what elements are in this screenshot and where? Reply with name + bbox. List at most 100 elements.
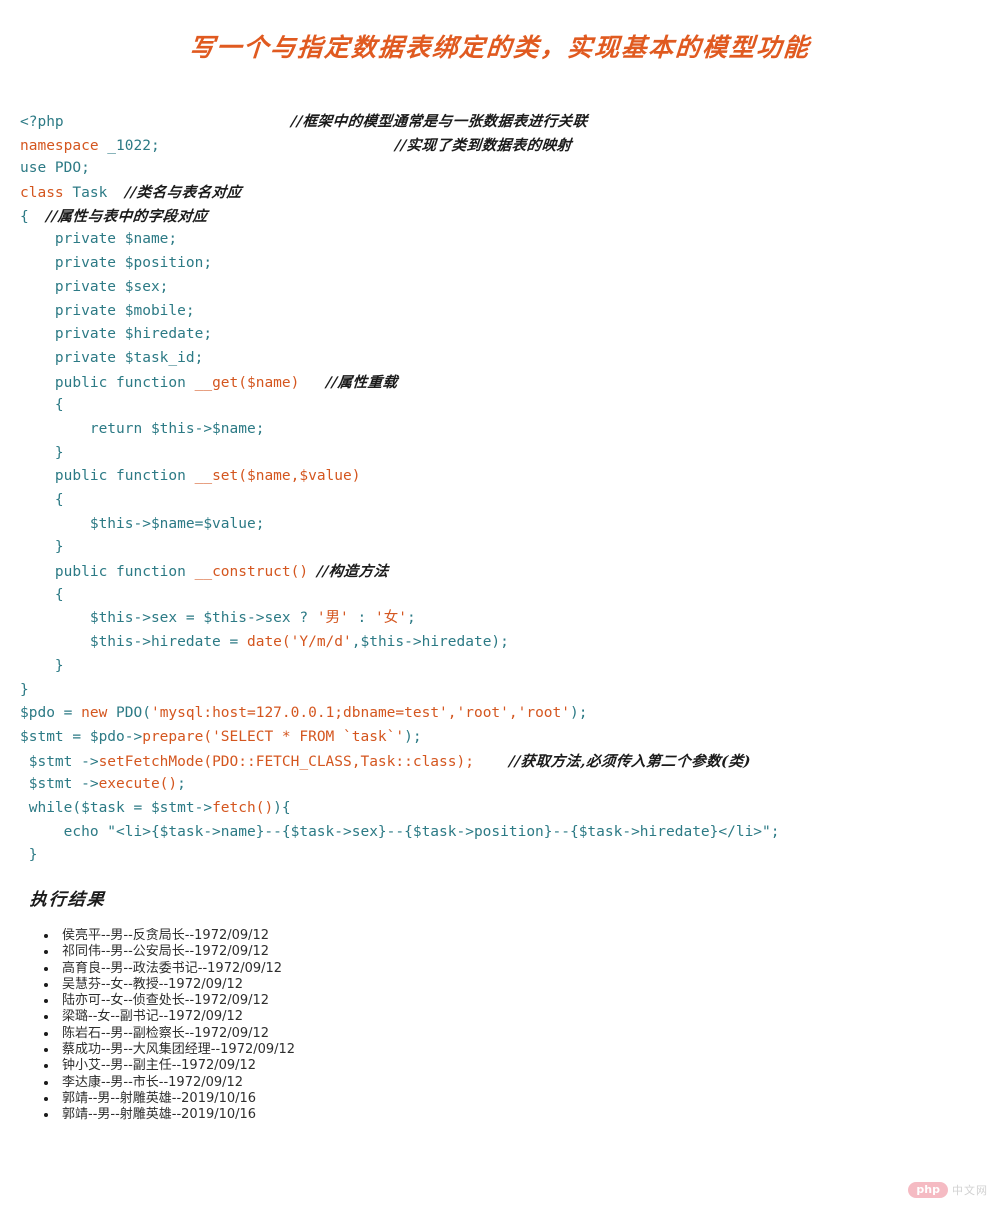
php-code-block: <?php //框架中的模型通常是与一张数据表进行关联 namespace _10…: [20, 110, 980, 868]
list-item: 郭靖--男--射雕英雄--2019/10/16: [44, 1091, 604, 1107]
code-comment: //框架中的模型通常是与一张数据表进行关联: [289, 113, 589, 130]
code-line: $pdo = new PDO('mysql:host=127.0.0.1;dbn…: [20, 702, 980, 726]
code-comment: //实现了类到数据表的映射: [394, 136, 573, 154]
code-token: class: [20, 185, 64, 202]
list-item: 梁璐--女--副书记--1972/09/12: [44, 1009, 604, 1025]
list-item: 李达康--男--市长--1972/09/12: [44, 1075, 604, 1091]
code-line: private $hiredate;: [20, 323, 980, 347]
code-line: }: [20, 679, 980, 703]
code-line: $this->$name=$value;: [20, 513, 980, 537]
code-token: private $hiredate;: [54, 326, 213, 343]
code-line: namespace _1022; //实现了类到数据表的映射: [20, 134, 980, 158]
code-token: $this->$name=$value;: [89, 515, 265, 532]
code-line: }: [20, 655, 980, 679]
code-line: {: [20, 394, 980, 418]
code-line: $this->hiredate = date('Y/m/d',$this->hi…: [20, 631, 980, 655]
code-line: { //属性与表中的字段对应: [20, 205, 980, 229]
code-token: <?php: [20, 114, 64, 130]
code-line: echo "<li>{$task->name}--{$task->sex}--{…: [20, 821, 980, 845]
code-token: fetch(): [212, 799, 274, 816]
code-token: );: [570, 705, 588, 722]
code-token: );: [404, 728, 422, 745]
code-token: private $mobile;: [54, 302, 195, 319]
code-token: {: [54, 397, 64, 414]
code-token: {: [54, 492, 64, 508]
code-token: __get($name): [194, 374, 300, 391]
code-token: private $sex;: [54, 278, 169, 295]
code-comment: //类名与表名对应: [124, 184, 243, 202]
code-token: }: [54, 444, 64, 461]
code-token: $pdo =: [20, 705, 82, 722]
code-token: execute(): [98, 776, 178, 793]
code-token: $this->sex = $this->sex ?: [89, 610, 317, 627]
code-line: public function __construct() //构造方法: [20, 560, 980, 584]
code-token: echo "<li>{$task->name}--{$task->sex}--{…: [20, 823, 780, 840]
code-token: ;: [177, 776, 186, 793]
code-token: private $position;: [54, 255, 213, 272]
code-token: date('Y/m/d': [246, 634, 352, 651]
code-line: private $position;: [20, 252, 980, 276]
result-heading: 执行结果: [28, 890, 107, 910]
code-token: public function: [54, 468, 195, 485]
code-line: class Task //类名与表名对应: [20, 181, 980, 205]
code-token: $stmt = $pdo->: [20, 728, 143, 745]
code-line: private $task_id;: [20, 347, 980, 371]
code-line: }: [20, 442, 980, 466]
code-comment: //构造方法: [316, 563, 390, 581]
code-token: private $task_id;: [54, 349, 204, 366]
code-token: '女': [375, 610, 407, 627]
code-line: $stmt = $pdo->prepare('SELECT * FROM `ta…: [20, 726, 980, 750]
list-item: 侯亮平--男--反贪局长--1972/09/12: [44, 928, 604, 944]
code-line: $this->sex = $this->sex ? '男' : '女';: [20, 607, 980, 631]
code-token: }: [20, 847, 38, 864]
code-token: 'mysql:host=127.0.0.1;dbname=test','root…: [150, 705, 570, 722]
code-token: _1022;: [98, 137, 160, 154]
code-comment: //属性重载: [324, 373, 398, 391]
code-line: <?php //框架中的模型通常是与一张数据表进行关联: [20, 110, 980, 134]
code-line: return $this->$name;: [20, 418, 980, 442]
code-line: private $name;: [20, 228, 980, 252]
code-line: }: [20, 844, 980, 868]
code-token: :: [348, 610, 375, 627]
code-line: }: [20, 536, 980, 560]
list-item: 郭靖--男--射雕英雄--2019/10/16: [44, 1107, 604, 1123]
code-token: '男': [316, 610, 349, 627]
code-comment: //属性与表中的字段对应: [45, 207, 209, 225]
code-token: __set($name,$value): [194, 468, 361, 485]
php-logo-badge: php: [908, 1182, 948, 1198]
list-item: 蔡成功--男--大风集团经理--1972/09/12: [44, 1042, 604, 1058]
code-token: namespace: [20, 137, 99, 154]
watermark: php 中文网: [908, 1182, 988, 1198]
watermark-label: 中文网: [952, 1184, 988, 1197]
code-line: public function __set($name,$value): [20, 465, 980, 489]
code-token: public function: [54, 564, 195, 581]
code-line: public function __get($name) //属性重载: [20, 371, 980, 395]
code-token: }: [54, 539, 64, 556]
list-item: 钟小艾--男--副主任--1972/09/12: [44, 1058, 604, 1074]
code-token: }: [54, 657, 64, 674]
code-line: use PDO;: [20, 157, 980, 181]
code-token: public function: [54, 374, 195, 391]
code-token: {: [20, 208, 47, 225]
code-token: while($task = $stmt->: [20, 799, 213, 816]
code-line: {: [20, 489, 980, 513]
code-token: {: [54, 586, 64, 603]
code-token: $stmt ->: [20, 776, 99, 793]
code-token: ,$this->hiredate);: [351, 634, 509, 651]
code-line: $stmt ->execute();: [20, 773, 980, 797]
list-item: 祁同伟--男--公安局长--1972/09/12: [44, 944, 604, 960]
code-token: return $this->$name;: [89, 420, 265, 437]
code-token: 'SELECT * FROM `task`': [212, 728, 405, 745]
code-token: Task: [63, 185, 125, 202]
list-item: 陆亦可--女--侦查处长--1972/09/12: [44, 993, 604, 1009]
code-line: private $sex;: [20, 276, 980, 300]
code-token: new: [81, 705, 108, 722]
list-item: 高育良--男--政法委书记--1972/09/12: [44, 961, 604, 977]
code-line: private $mobile;: [20, 300, 980, 324]
code-line: {: [20, 584, 980, 608]
code-token: PDO(: [107, 705, 151, 722]
code-token: prepare(: [142, 728, 213, 745]
code-token: $this->hiredate =: [89, 634, 247, 651]
